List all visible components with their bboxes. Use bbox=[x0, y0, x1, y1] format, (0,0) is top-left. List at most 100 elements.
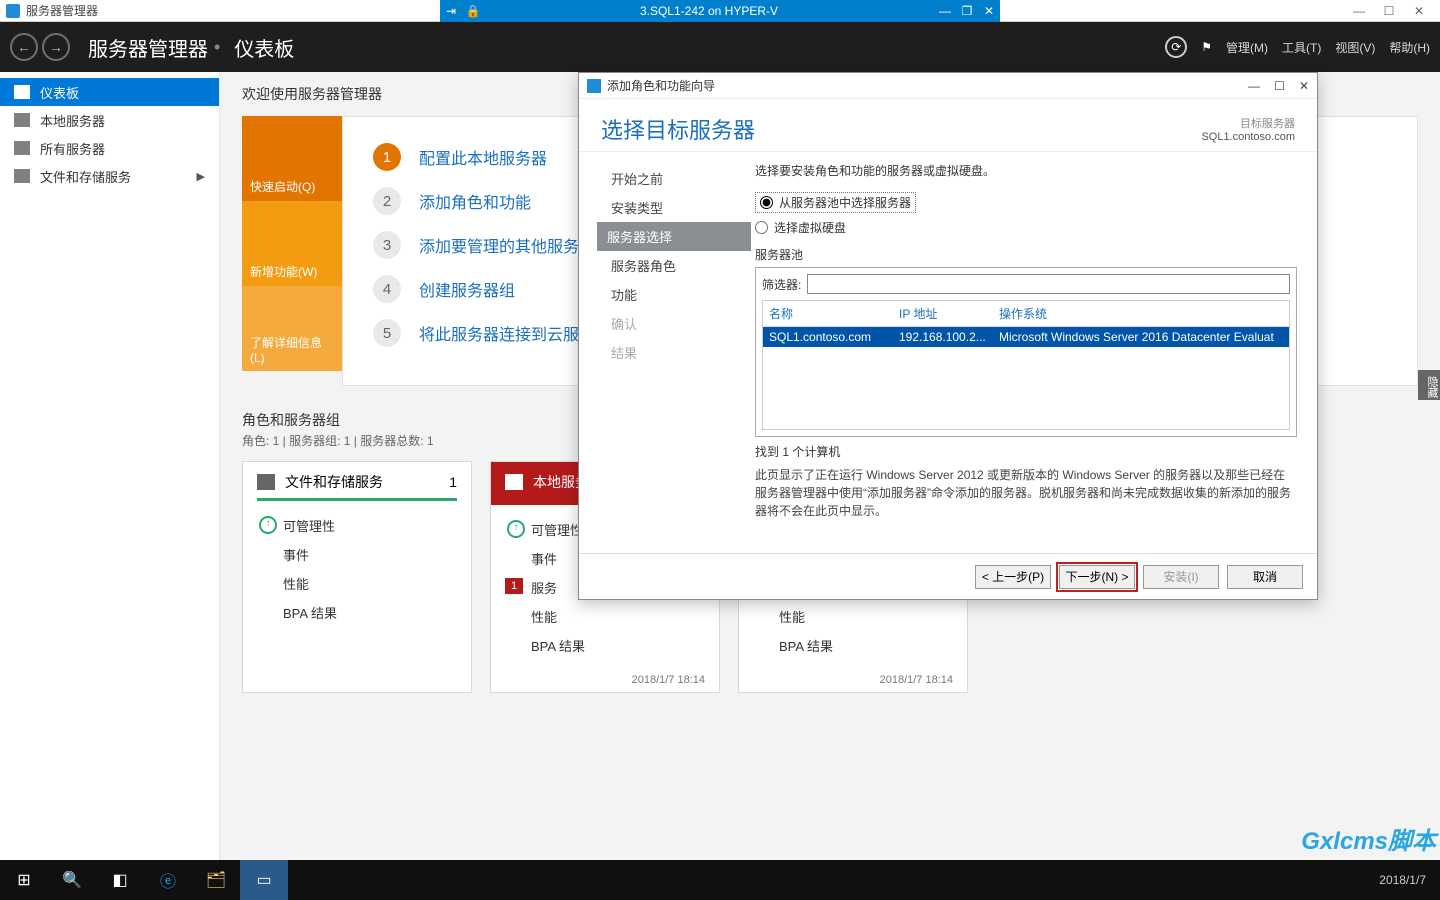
tile-label: 了解详细信息(L) bbox=[250, 334, 334, 365]
menu-view[interactable]: 视图(V) bbox=[1335, 39, 1375, 56]
tile-label: 新增功能(W) bbox=[250, 263, 317, 280]
next-button[interactable]: 下一步(N) > bbox=[1059, 565, 1135, 589]
explorer-icon[interactable]: 🗂 bbox=[192, 860, 240, 900]
dest-value: SQL1.contoso.com bbox=[1201, 131, 1295, 143]
radio-vhd[interactable]: 选择虚拟硬盘 bbox=[755, 219, 1297, 236]
taskbar: ⊞ 🔍 ◧ ⓔ 🗂 ▭ 2018/1/7 bbox=[0, 860, 1440, 900]
prev-button[interactable]: < 上一步(P) bbox=[975, 565, 1051, 589]
start-button[interactable]: ⊞ bbox=[0, 860, 48, 900]
sidebar-item-label: 文件和存储服务 bbox=[40, 167, 131, 186]
wizard-nav-item[interactable]: 功能 bbox=[601, 280, 751, 309]
vm-restore-icon[interactable]: ❐ bbox=[956, 0, 978, 22]
card-storage[interactable]: 文件和存储服务1 可管理性 事件 性能 BPA 结果 bbox=[242, 461, 472, 693]
card-time: 2018/1/7 18:14 bbox=[753, 674, 953, 686]
card-line[interactable]: 事件 bbox=[257, 540, 457, 569]
wizard-nav-item[interactable]: 开始之前 bbox=[601, 164, 751, 193]
tile-quickstart[interactable]: 快速启动(Q) bbox=[242, 116, 342, 201]
tile-whatsnew[interactable]: 新增功能(W) bbox=[242, 201, 342, 286]
tile-learnmore[interactable]: 了解详细信息(L) bbox=[242, 286, 342, 371]
breadcrumb: 仪表板 bbox=[234, 33, 294, 62]
card-line[interactable]: 性能 bbox=[753, 602, 953, 631]
sidebar-item-label: 本地服务器 bbox=[40, 111, 105, 130]
taskview-icon[interactable]: ◧ bbox=[96, 860, 144, 900]
menu-tools[interactable]: 工具(T) bbox=[1282, 39, 1321, 56]
sidebar-item-storage[interactable]: 文件和存储服务 ▶ bbox=[0, 162, 219, 190]
col-name[interactable]: 名称 bbox=[769, 305, 899, 322]
watermark: Gxlcms脚本 bbox=[1301, 821, 1436, 856]
server-grid[interactable]: 名称 IP 地址 操作系统 SQL1.contoso.com 192.168.1… bbox=[762, 300, 1290, 430]
sidebar-item-all[interactable]: 所有服务器 bbox=[0, 134, 219, 162]
servers-icon bbox=[14, 141, 30, 155]
sm-title: 服务器管理器 bbox=[88, 33, 208, 62]
dashboard-icon bbox=[14, 85, 30, 99]
cancel-button[interactable]: 取消 bbox=[1227, 565, 1303, 589]
radio-label: 从服务器池中选择服务器 bbox=[779, 194, 911, 211]
tile-label: 快速启动(Q) bbox=[250, 178, 315, 195]
vm-connection-bar: ⇥ 🔒 3.SQL1-242 on HYPER-V — ❐ ✕ bbox=[440, 0, 1000, 22]
wizard-icon bbox=[587, 79, 601, 93]
wizard-close-icon[interactable]: ✕ bbox=[1299, 79, 1309, 93]
search-icon[interactable]: 🔍 bbox=[48, 860, 96, 900]
card-line[interactable]: 性能 bbox=[505, 602, 705, 631]
card-line[interactable]: BPA 结果 bbox=[753, 631, 953, 660]
ie-icon[interactable]: ⓔ bbox=[144, 860, 192, 900]
flag-icon[interactable]: ⚑ bbox=[1201, 40, 1212, 54]
sidebar-item-local[interactable]: 本地服务器 bbox=[0, 106, 219, 134]
card-line[interactable]: 可管理性 bbox=[257, 511, 457, 540]
wizard-footer: < 上一步(P) 下一步(N) > 安装(I) 取消 bbox=[579, 553, 1317, 599]
wizard-desc: 选择要安装角色和功能的服务器或虚拟硬盘。 bbox=[755, 162, 1297, 179]
lock-icon[interactable]: 🔒 bbox=[462, 0, 484, 22]
wizard-titlebar: 添加角色和功能向导 — ☐ ✕ bbox=[579, 73, 1317, 99]
card-count: 1 bbox=[449, 474, 457, 490]
chevron-right-icon: ▶ bbox=[197, 170, 205, 183]
cell-name: SQL1.contoso.com bbox=[769, 330, 899, 344]
radio-label: 选择虚拟硬盘 bbox=[774, 219, 846, 236]
app-icon bbox=[6, 4, 20, 18]
vm-minimize-icon[interactable]: — bbox=[934, 0, 956, 22]
taskbar-clock[interactable]: 2018/1/7 bbox=[1365, 873, 1440, 887]
filter-input[interactable] bbox=[807, 274, 1290, 294]
pool-label: 服务器池 bbox=[755, 246, 1297, 263]
card-line[interactable]: BPA 结果 bbox=[505, 631, 705, 660]
pushpin-icon[interactable]: ⇥ bbox=[440, 0, 462, 22]
wizard-nav: 开始之前 安装类型 服务器选择 服务器角色 功能 确认 结果 bbox=[579, 152, 751, 553]
vm-title: 3.SQL1-242 on HYPER-V bbox=[484, 4, 934, 18]
found-text: 找到 1 个计算机 bbox=[755, 443, 1297, 460]
wizard-nav-item-selected[interactable]: 服务器选择 bbox=[597, 222, 751, 251]
pool-box: 筛选器: 名称 IP 地址 操作系统 SQL1.contoso.com 192.… bbox=[755, 267, 1297, 437]
card-line[interactable]: 性能 bbox=[257, 569, 457, 598]
storage-icon bbox=[14, 169, 30, 183]
wizard-nav-item[interactable]: 服务器角色 bbox=[601, 251, 751, 280]
col-ip[interactable]: IP 地址 bbox=[899, 305, 999, 322]
add-roles-wizard: 添加角色和功能向导 — ☐ ✕ 选择目标服务器 目标服务器 SQL1.conto… bbox=[578, 72, 1318, 600]
card-time: 2018/1/7 18:14 bbox=[505, 674, 705, 686]
filter-label: 筛选器: bbox=[762, 276, 801, 293]
col-os[interactable]: 操作系统 bbox=[999, 305, 1047, 322]
wizard-title: 添加角色和功能向导 bbox=[607, 77, 715, 94]
wizard-nav-item[interactable]: 安装类型 bbox=[601, 193, 751, 222]
menu-help[interactable]: 帮助(H) bbox=[1389, 39, 1430, 56]
vm-close-icon[interactable]: ✕ bbox=[978, 0, 1000, 22]
wizard-heading: 选择目标服务器 bbox=[601, 113, 755, 145]
server-icon bbox=[505, 474, 523, 490]
wizard-nav-item: 结果 bbox=[601, 338, 751, 367]
menu-manage[interactable]: 管理(M) bbox=[1226, 39, 1268, 56]
wizard-minimize-icon[interactable]: — bbox=[1248, 79, 1260, 93]
sidebar-item-dashboard[interactable]: 仪表板 bbox=[0, 78, 219, 106]
sidebar-item-label: 仪表板 bbox=[40, 83, 79, 102]
hide-button[interactable]: 隐藏 bbox=[1418, 370, 1440, 400]
minimize-icon[interactable]: — bbox=[1344, 4, 1374, 18]
nav-back-button[interactable]: ← bbox=[10, 33, 38, 61]
wizard-destination: 目标服务器 SQL1.contoso.com bbox=[1201, 115, 1295, 143]
close-icon[interactable]: ✕ bbox=[1404, 4, 1434, 18]
server-manager-taskbar-icon[interactable]: ▭ bbox=[240, 860, 288, 900]
card-line[interactable]: BPA 结果 bbox=[257, 598, 457, 627]
server-row[interactable]: SQL1.contoso.com 192.168.100.2... Micros… bbox=[763, 327, 1289, 347]
note-text: 此页显示了正在运行 Windows Server 2012 或更新版本的 Win… bbox=[755, 466, 1297, 520]
server-icon bbox=[14, 113, 30, 127]
refresh-icon[interactable]: ⟳ bbox=[1165, 36, 1187, 58]
wizard-maximize-icon[interactable]: ☐ bbox=[1274, 79, 1285, 93]
sm-header: ← → 服务器管理器 • 仪表板 ⟳ ⚑ 管理(M) 工具(T) 视图(V) 帮… bbox=[0, 22, 1440, 72]
radio-server-pool[interactable]: 从服务器池中选择服务器 bbox=[755, 192, 916, 213]
maximize-icon[interactable]: ☐ bbox=[1374, 4, 1404, 18]
